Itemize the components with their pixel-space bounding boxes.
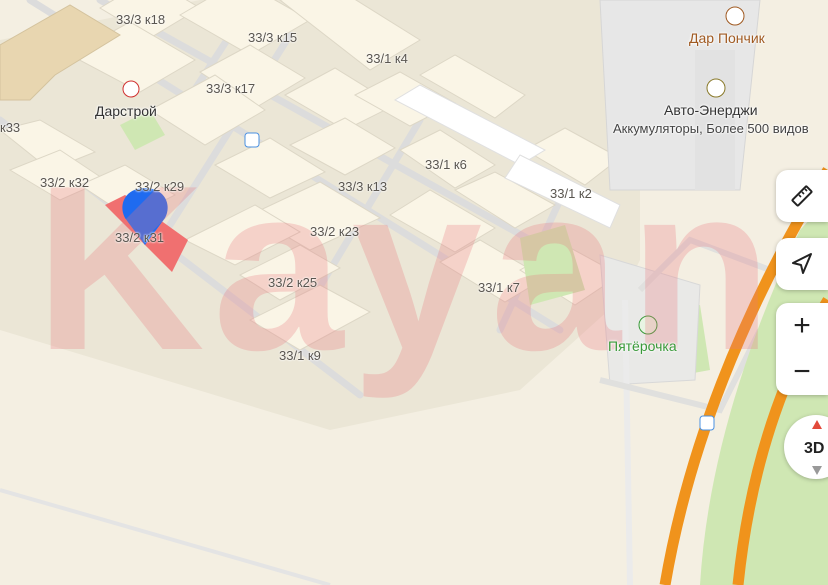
- my-location-button[interactable]: [776, 238, 828, 290]
- building-label: 33/1 к4: [366, 51, 408, 66]
- compass-south-icon: [812, 466, 822, 475]
- building-label: 33/2 к23: [310, 224, 360, 239]
- building-label: 33/1 к2: [550, 186, 592, 201]
- poi-avto-energy[interactable]: Авто-Энерджи: [664, 102, 758, 118]
- poi-avto-energy-desc: Аккумуляторы, Более 500 видов: [613, 121, 809, 136]
- building-label: 33/1 к7: [478, 280, 520, 295]
- zoom-controls: + −: [776, 303, 828, 395]
- building-label: к33: [0, 120, 21, 135]
- building-label: 33/1 к6: [425, 157, 467, 172]
- building-label: 33/2 к29: [135, 179, 185, 194]
- building-label: 33/2 к31: [115, 230, 165, 245]
- poi-darstroy[interactable]: Дарстрой: [95, 103, 157, 119]
- building-label: 33/3 к15: [248, 30, 298, 45]
- zoom-out-button[interactable]: −: [776, 349, 828, 395]
- building-label: 33/2 к32: [40, 175, 90, 190]
- building-label: 33/1 к9: [279, 348, 321, 363]
- map-canvas[interactable]: [0, 0, 828, 585]
- building-label: 33/3 к18: [116, 12, 166, 27]
- ruler-icon: [791, 185, 813, 207]
- poi-pyaterochka[interactable]: Пятёрочка: [608, 338, 677, 354]
- poi-dar-ponchik[interactable]: Дар Пончик: [689, 30, 765, 46]
- building-label: 33/3 к13: [338, 179, 388, 194]
- compass-north-icon: [812, 420, 822, 429]
- zoom-in-button[interactable]: +: [776, 303, 828, 349]
- ruler-button[interactable]: [776, 170, 828, 222]
- compass-label: 3D: [804, 440, 825, 457]
- navigation-arrow-icon: [792, 253, 812, 274]
- building-label: 33/2 к25: [268, 275, 318, 290]
- building-label: 33/3 к17: [206, 81, 256, 96]
